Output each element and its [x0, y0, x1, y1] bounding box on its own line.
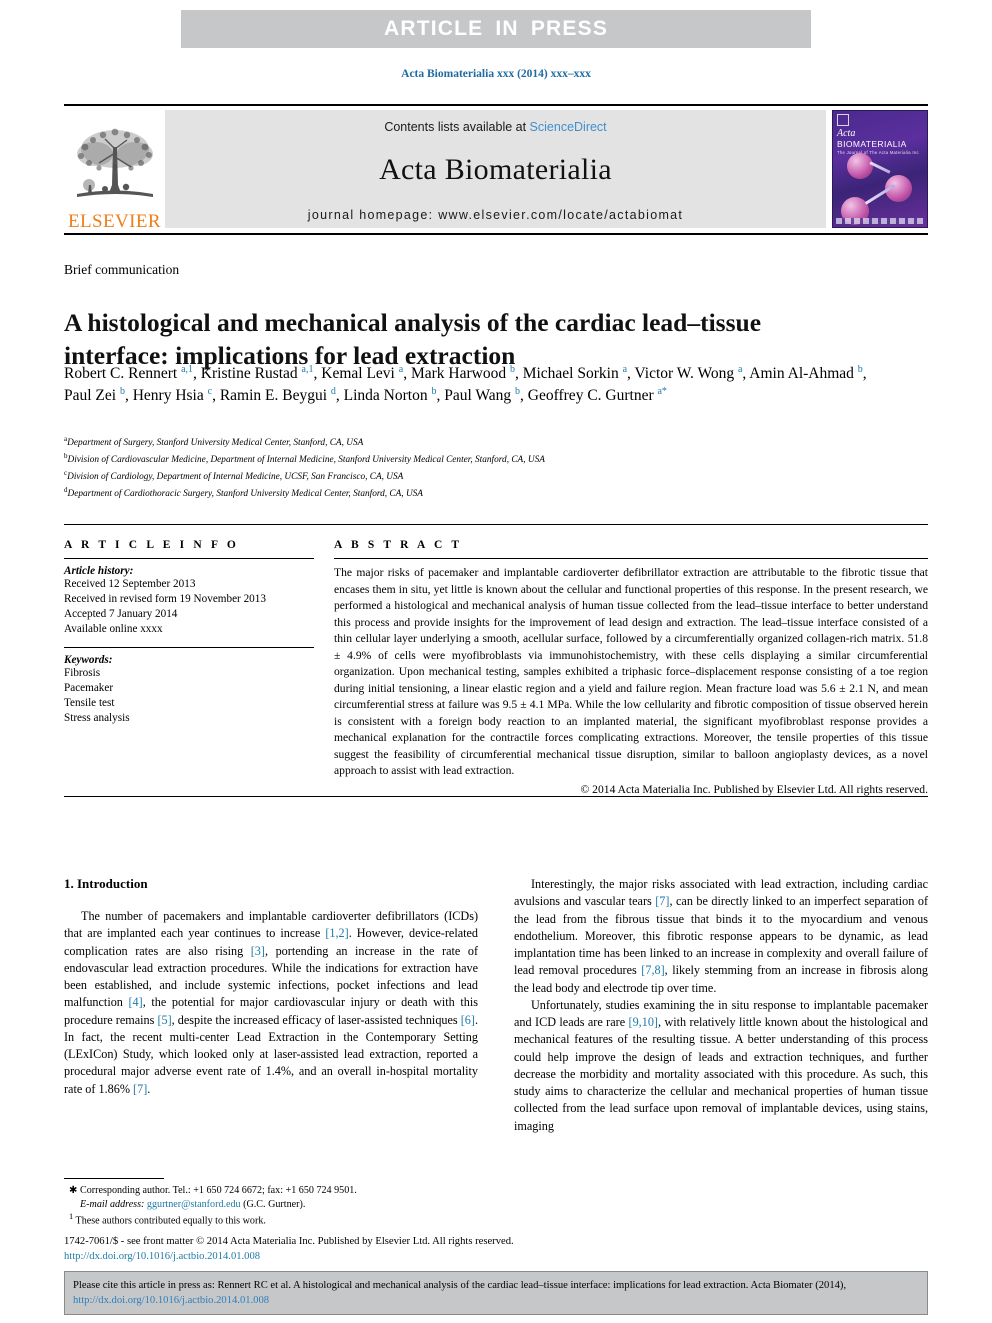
- journal-reference-line: Acta Biomaterialia xxx (2014) xxx–xxx: [401, 68, 591, 80]
- article-info-rule: [64, 558, 314, 559]
- article-history-item: Available online xxxx: [64, 623, 163, 635]
- abstract-column: A B S T R A C T The major risks of pacem…: [334, 539, 928, 796]
- abstract-copyright: © 2014 Acta Materialia Inc. Published by…: [580, 782, 928, 796]
- article-history-item: Received 12 September 2013: [64, 578, 196, 590]
- article-page: ARTICLE IN PRESS Acta Biomaterialia xxx …: [0, 0, 992, 1323]
- issn-front-matter-line: 1742-7061/$ - see front matter © 2014 Ac…: [64, 1236, 514, 1247]
- affiliation-item: cDivision of Cardiology, Department of I…: [64, 469, 404, 483]
- article-history-lines: Received 12 September 2013 Received in re…: [64, 577, 314, 637]
- journal-masthead: ELSEVIER Contents lists available at Sci…: [64, 104, 928, 235]
- article-info-column: A R T I C L E I N F O Article history: R…: [64, 539, 334, 796]
- abstract-heading: A B S T R A C T: [334, 539, 463, 551]
- body-paragraph: Unfortunately, studies examining the in …: [514, 997, 928, 1133]
- footnote-corresponding-text: Corresponding author. Tel.: +1 650 724 6…: [80, 1185, 357, 1196]
- cover-acta-word: Acta: [837, 128, 856, 139]
- article-history-item: Accepted 7 January 2014: [64, 608, 178, 620]
- keywords-rule: [64, 647, 314, 648]
- keyword-item: Fibrosis: [64, 667, 101, 679]
- cover-biomaterialia-word: BIOMATERIALIA: [837, 138, 907, 149]
- article-info-heading: A R T I C L E I N F O: [64, 539, 239, 551]
- footnote-star-marker: ✱: [69, 1185, 78, 1196]
- info-abstract-band: A R T I C L E I N F O Article history: R…: [64, 524, 928, 797]
- affiliation-list: aDepartment of Surgery, Stanford Univers…: [64, 434, 924, 503]
- masthead-center: Contents lists available at ScienceDirec…: [165, 110, 826, 228]
- elsevier-wordmark: ELSEVIER: [68, 211, 161, 232]
- affiliation-item: dDepartment of Cardiothoracic Surgery, S…: [64, 486, 423, 500]
- elsevier-logo: ELSEVIER: [64, 106, 165, 233]
- right-column-paragraphs: Interestingly, the major risks associate…: [514, 876, 928, 1135]
- article-in-press-banner: ARTICLE IN PRESS: [181, 10, 811, 48]
- article-in-press-label: ARTICLE IN PRESS: [383, 17, 609, 40]
- body-column-right: Interestingly, the major risks associate…: [514, 876, 928, 1135]
- footnote-corresponding-author: ✱ Corresponding author. Tel.: +1 650 724…: [64, 1184, 478, 1211]
- footnote-equal-contribution: 1 These authors contributed equally to t…: [64, 1211, 478, 1228]
- cover-elsevier-mark: [837, 114, 849, 126]
- body-column-left: 1. Introduction The number of pacemakers…: [64, 876, 478, 1135]
- body-paragraph: The number of pacemakers and implantable…: [64, 909, 478, 1096]
- cover-tagline: The Journal of The Acta Materialia Inc: [837, 149, 919, 155]
- keyword-item: Pacemaker: [64, 682, 114, 694]
- sciencedirect-link[interactable]: ScienceDirect: [530, 120, 607, 134]
- article-history-label: Article history:: [64, 565, 134, 577]
- contents-prefix: Contents lists available at: [384, 120, 530, 134]
- journal-cover-thumbnail: Acta BIOMATERIALIA The Journal of The Ac…: [832, 110, 928, 228]
- affiliation-item: aDepartment of Surgery, Stanford Univers…: [64, 435, 364, 449]
- abstract-rule: [334, 558, 928, 559]
- cover-sphere-1: [847, 153, 873, 179]
- keyword-lines: Fibrosis Pacemaker Tensile test Stress anal…: [64, 666, 314, 726]
- left-column-paragraphs: The number of pacemakers and implantable…: [64, 908, 478, 1098]
- footnote-one-marker: 1: [69, 1212, 74, 1222]
- journal-homepage-line[interactable]: journal homepage: www.elsevier.com/locat…: [308, 208, 683, 222]
- footnote-equal-text: These authors contributed equally to thi…: [75, 1215, 266, 1227]
- issn-doi-link[interactable]: http://dx.doi.org/10.1016/j.actbio.2014.…: [64, 1249, 928, 1264]
- cite-this-article-box: Please cite this article in press as: Re…: [64, 1271, 928, 1315]
- affiliation-item: bDivision of Cardiovascular Medicine, De…: [64, 452, 545, 466]
- article-history-item: Received in revised form 19 November 201…: [64, 593, 266, 605]
- body-columns: 1. Introduction The number of pacemakers…: [64, 876, 928, 1135]
- keywords-label: Keywords:: [64, 654, 113, 666]
- issn-footer: 1742-7061/$ - see front matter © 2014 Ac…: [64, 1234, 928, 1264]
- cover-barcode: [836, 218, 924, 224]
- author-list: Robert C. Rennert a,1, Kristine Rustad a…: [64, 364, 867, 405]
- keyword-item: Stress analysis: [64, 712, 130, 724]
- section-title-introduction: 1. Introduction: [64, 876, 148, 891]
- body-paragraph: Interestingly, the major risks associate…: [514, 877, 929, 995]
- email-label: E-mail address:: [80, 1198, 145, 1210]
- cite-doi-link[interactable]: http://dx.doi.org/10.1016/j.actbio.2014.…: [73, 1295, 269, 1306]
- contents-lists-line: Contents lists available at ScienceDirec…: [384, 120, 606, 134]
- article-type-label: Brief communication: [64, 262, 180, 277]
- abstract-text: The major risks of pacemaker and implant…: [334, 566, 928, 778]
- email-owner: (G.C. Gurtner).: [243, 1198, 306, 1210]
- email-link[interactable]: ggurtner@stanford.edu: [147, 1199, 241, 1210]
- footnote-block: ✱ Corresponding author. Tel.: +1 650 724…: [64, 1178, 478, 1229]
- elsevier-tree-icon: [76, 128, 153, 197]
- footnote-rule: [64, 1178, 164, 1179]
- journal-title: Acta Biomaterialia: [379, 153, 612, 186]
- cite-text: Please cite this article in press as: Re…: [73, 1280, 847, 1291]
- cover-title-block: Acta BIOMATERIALIA The Journal of The Ac…: [837, 114, 923, 155]
- keyword-item: Tensile test: [64, 697, 115, 709]
